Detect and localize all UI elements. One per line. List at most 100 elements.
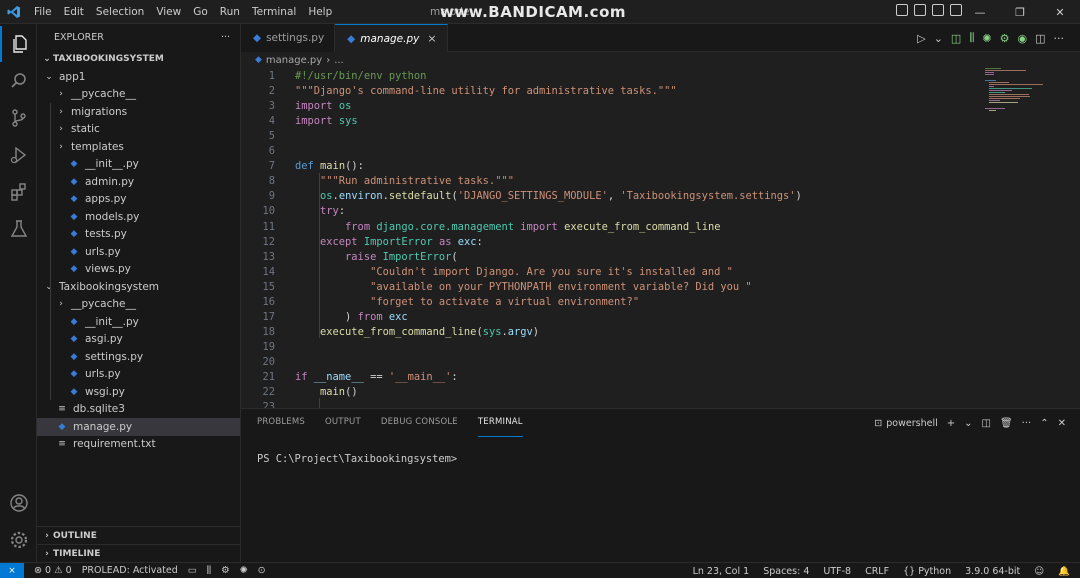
run-debug-icon[interactable] <box>0 137 37 173</box>
minimize-button[interactable]: — <box>960 0 1000 24</box>
play-icon[interactable]: ⊙ <box>258 565 266 576</box>
tab-manage-py[interactable]: ◆ manage.py × <box>335 24 448 52</box>
tab-output[interactable]: OUTPUT <box>325 409 361 437</box>
prolead-status[interactable]: PROLEAD: Activated <box>82 565 178 576</box>
python-interpreter[interactable]: 3.9.0 64-bit <box>965 566 1020 577</box>
code-line: 18 execute_from_command_line(sys.argv) <box>241 325 961 340</box>
tree-file[interactable]: ◆ admin.py <box>37 173 240 191</box>
language-mode[interactable]: {} Python <box>903 566 951 577</box>
line-ending[interactable]: CRLF <box>865 566 889 577</box>
more-actions-icon[interactable]: ··· <box>1054 32 1065 45</box>
tree-file[interactable]: ◆ asgi.py <box>37 331 240 349</box>
problems-status[interactable]: ⊗ 0 ⚠ 0 <box>34 565 72 576</box>
minimap-line <box>989 96 1031 97</box>
code-token: ( <box>451 250 458 263</box>
account-icon[interactable] <box>0 485 37 521</box>
tab-problems[interactable]: PROBLEMS <box>257 409 305 437</box>
tree-file[interactable]: ◆ tests.py <box>37 226 240 244</box>
menu-file[interactable]: File <box>28 0 58 24</box>
tree-file[interactable]: ◆ views.py <box>37 261 240 279</box>
toggle-panel-icon[interactable] <box>914 4 926 16</box>
timeline-section[interactable]: › TIMELINE <box>37 544 241 562</box>
tree-file[interactable]: ◆ wsgi.py <box>37 383 240 401</box>
folder-icon[interactable]: ▭ <box>188 565 197 576</box>
compare-icon[interactable]: ◫ <box>951 32 961 45</box>
library-icon[interactable]: ⫼ <box>207 565 211 576</box>
tab-terminal[interactable]: TERMINAL <box>477 409 523 437</box>
tree-folder[interactable]: › static <box>37 121 240 139</box>
tree-folder[interactable]: › templates <box>37 138 240 156</box>
run-circle-icon[interactable]: ◉ <box>1017 32 1027 45</box>
tree-file[interactable]: ◆ urls.py <box>37 366 240 384</box>
chevron-down-icon[interactable]: ⌄ <box>934 32 943 45</box>
tree-file[interactable]: ≡ db.sqlite3 <box>37 401 240 419</box>
tree-folder[interactable]: ⌄ Taxibookingsystem <box>37 278 240 296</box>
line-number: 23 <box>262 401 275 408</box>
settings-gear-icon[interactable] <box>0 522 37 558</box>
run-python-file-icon[interactable]: ▷ <box>917 32 925 45</box>
tree-file[interactable]: ◆ apps.py <box>37 191 240 209</box>
tree-item-label: manage.py <box>73 420 133 433</box>
tree-file[interactable]: ◆ __init__.py <box>37 313 240 331</box>
close-panel-icon[interactable]: ✕ <box>1058 418 1066 429</box>
tree-file[interactable]: ◆ __init__.py <box>37 156 240 174</box>
sync-icon[interactable]: ✺ <box>240 565 248 576</box>
close-tab-icon[interactable]: × <box>427 32 436 45</box>
sync-icon[interactable]: ✺ <box>982 32 991 45</box>
indentation[interactable]: Spaces: 4 <box>763 566 809 577</box>
tab-debug-console[interactable]: DEBUG CONSOLE <box>381 409 458 437</box>
outline-section[interactable]: › OUTLINE <box>37 526 241 544</box>
menu-run[interactable]: Run <box>214 0 246 24</box>
search-icon[interactable] <box>0 63 37 99</box>
remote-indicator[interactable]: ⨯ <box>0 562 24 578</box>
breadcrumb-file[interactable]: manage.py <box>266 55 322 66</box>
tree-file[interactable]: ≡ requirement.txt <box>37 436 240 454</box>
terminal-shell-selector[interactable]: ⊡ powershell <box>874 418 937 429</box>
tree-folder[interactable]: ⌄ app1 <box>37 68 240 86</box>
terminal-dropdown-icon[interactable]: ⌄ <box>964 418 972 429</box>
tab-settings-py[interactable]: ◆ settings.py <box>241 24 336 52</box>
library-icon[interactable]: ⫼ <box>969 31 974 45</box>
encoding[interactable]: UTF-8 <box>823 566 851 577</box>
menu-selection[interactable]: Selection <box>90 0 150 24</box>
toggle-secondary-sidebar-icon[interactable] <box>932 4 944 16</box>
restore-button[interactable]: ❐ <box>1000 0 1040 24</box>
panel-more-button[interactable]: ··· <box>1022 418 1032 429</box>
code-token: : <box>451 371 458 383</box>
split-editor-icon[interactable]: ◫ <box>1035 32 1045 45</box>
kill-terminal-icon[interactable]: 🗑 <box>1000 418 1013 429</box>
menu-view[interactable]: View <box>150 0 187 24</box>
cursor-position[interactable]: Ln 23, Col 1 <box>693 566 750 577</box>
tree-file[interactable]: ◆ manage.py <box>37 418 240 436</box>
tree-folder[interactable]: › __pycache__ <box>37 296 240 314</box>
notifications-bell-icon[interactable]: 🔔 <box>1058 566 1070 577</box>
source-control-icon[interactable] <box>0 100 37 136</box>
feedback-icon[interactable]: ☺ <box>1034 566 1044 577</box>
terminal-prompt[interactable]: PS C:\Project\Taxibookingsystem> <box>257 453 463 465</box>
extensions-icon[interactable] <box>0 174 37 210</box>
gear-icon[interactable]: ⚙ <box>221 565 230 576</box>
tree-file[interactable]: ◆ settings.py <box>37 348 240 366</box>
code-editor[interactable]: 1 #!/usr/bin/env python 2 """Django's comma… <box>241 68 1080 408</box>
menu-go[interactable]: Go <box>187 0 214 24</box>
testing-icon[interactable] <box>0 211 37 247</box>
breadcrumb-symbol[interactable]: ... <box>334 55 344 66</box>
tree-file[interactable]: ◆ models.py <box>37 208 240 226</box>
minimap[interactable] <box>985 68 1065 118</box>
toggle-primary-sidebar-icon[interactable] <box>896 4 908 16</box>
tree-folder[interactable]: › migrations <box>37 103 240 121</box>
new-terminal-button[interactable]: + <box>947 418 955 429</box>
explorer-more-button[interactable]: ··· <box>221 32 230 43</box>
tree-folder[interactable]: › __pycache__ <box>37 86 240 104</box>
split-terminal-icon[interactable]: ◫ <box>982 418 991 429</box>
menu-terminal[interactable]: Terminal <box>246 0 302 24</box>
menu-help[interactable]: Help <box>302 0 338 24</box>
close-window-button[interactable]: ✕ <box>1040 0 1080 24</box>
menu-edit[interactable]: Edit <box>58 0 90 24</box>
explorer-icon[interactable] <box>0 26 37 62</box>
debug-icon[interactable]: ⚙ <box>1000 32 1010 45</box>
maximize-panel-icon[interactable]: ⌃ <box>1040 418 1048 429</box>
project-folder-header[interactable]: ⌄ TAXIBOOKINGSYSTEM <box>37 50 240 68</box>
tree-file[interactable]: ◆ urls.py <box>37 243 240 261</box>
